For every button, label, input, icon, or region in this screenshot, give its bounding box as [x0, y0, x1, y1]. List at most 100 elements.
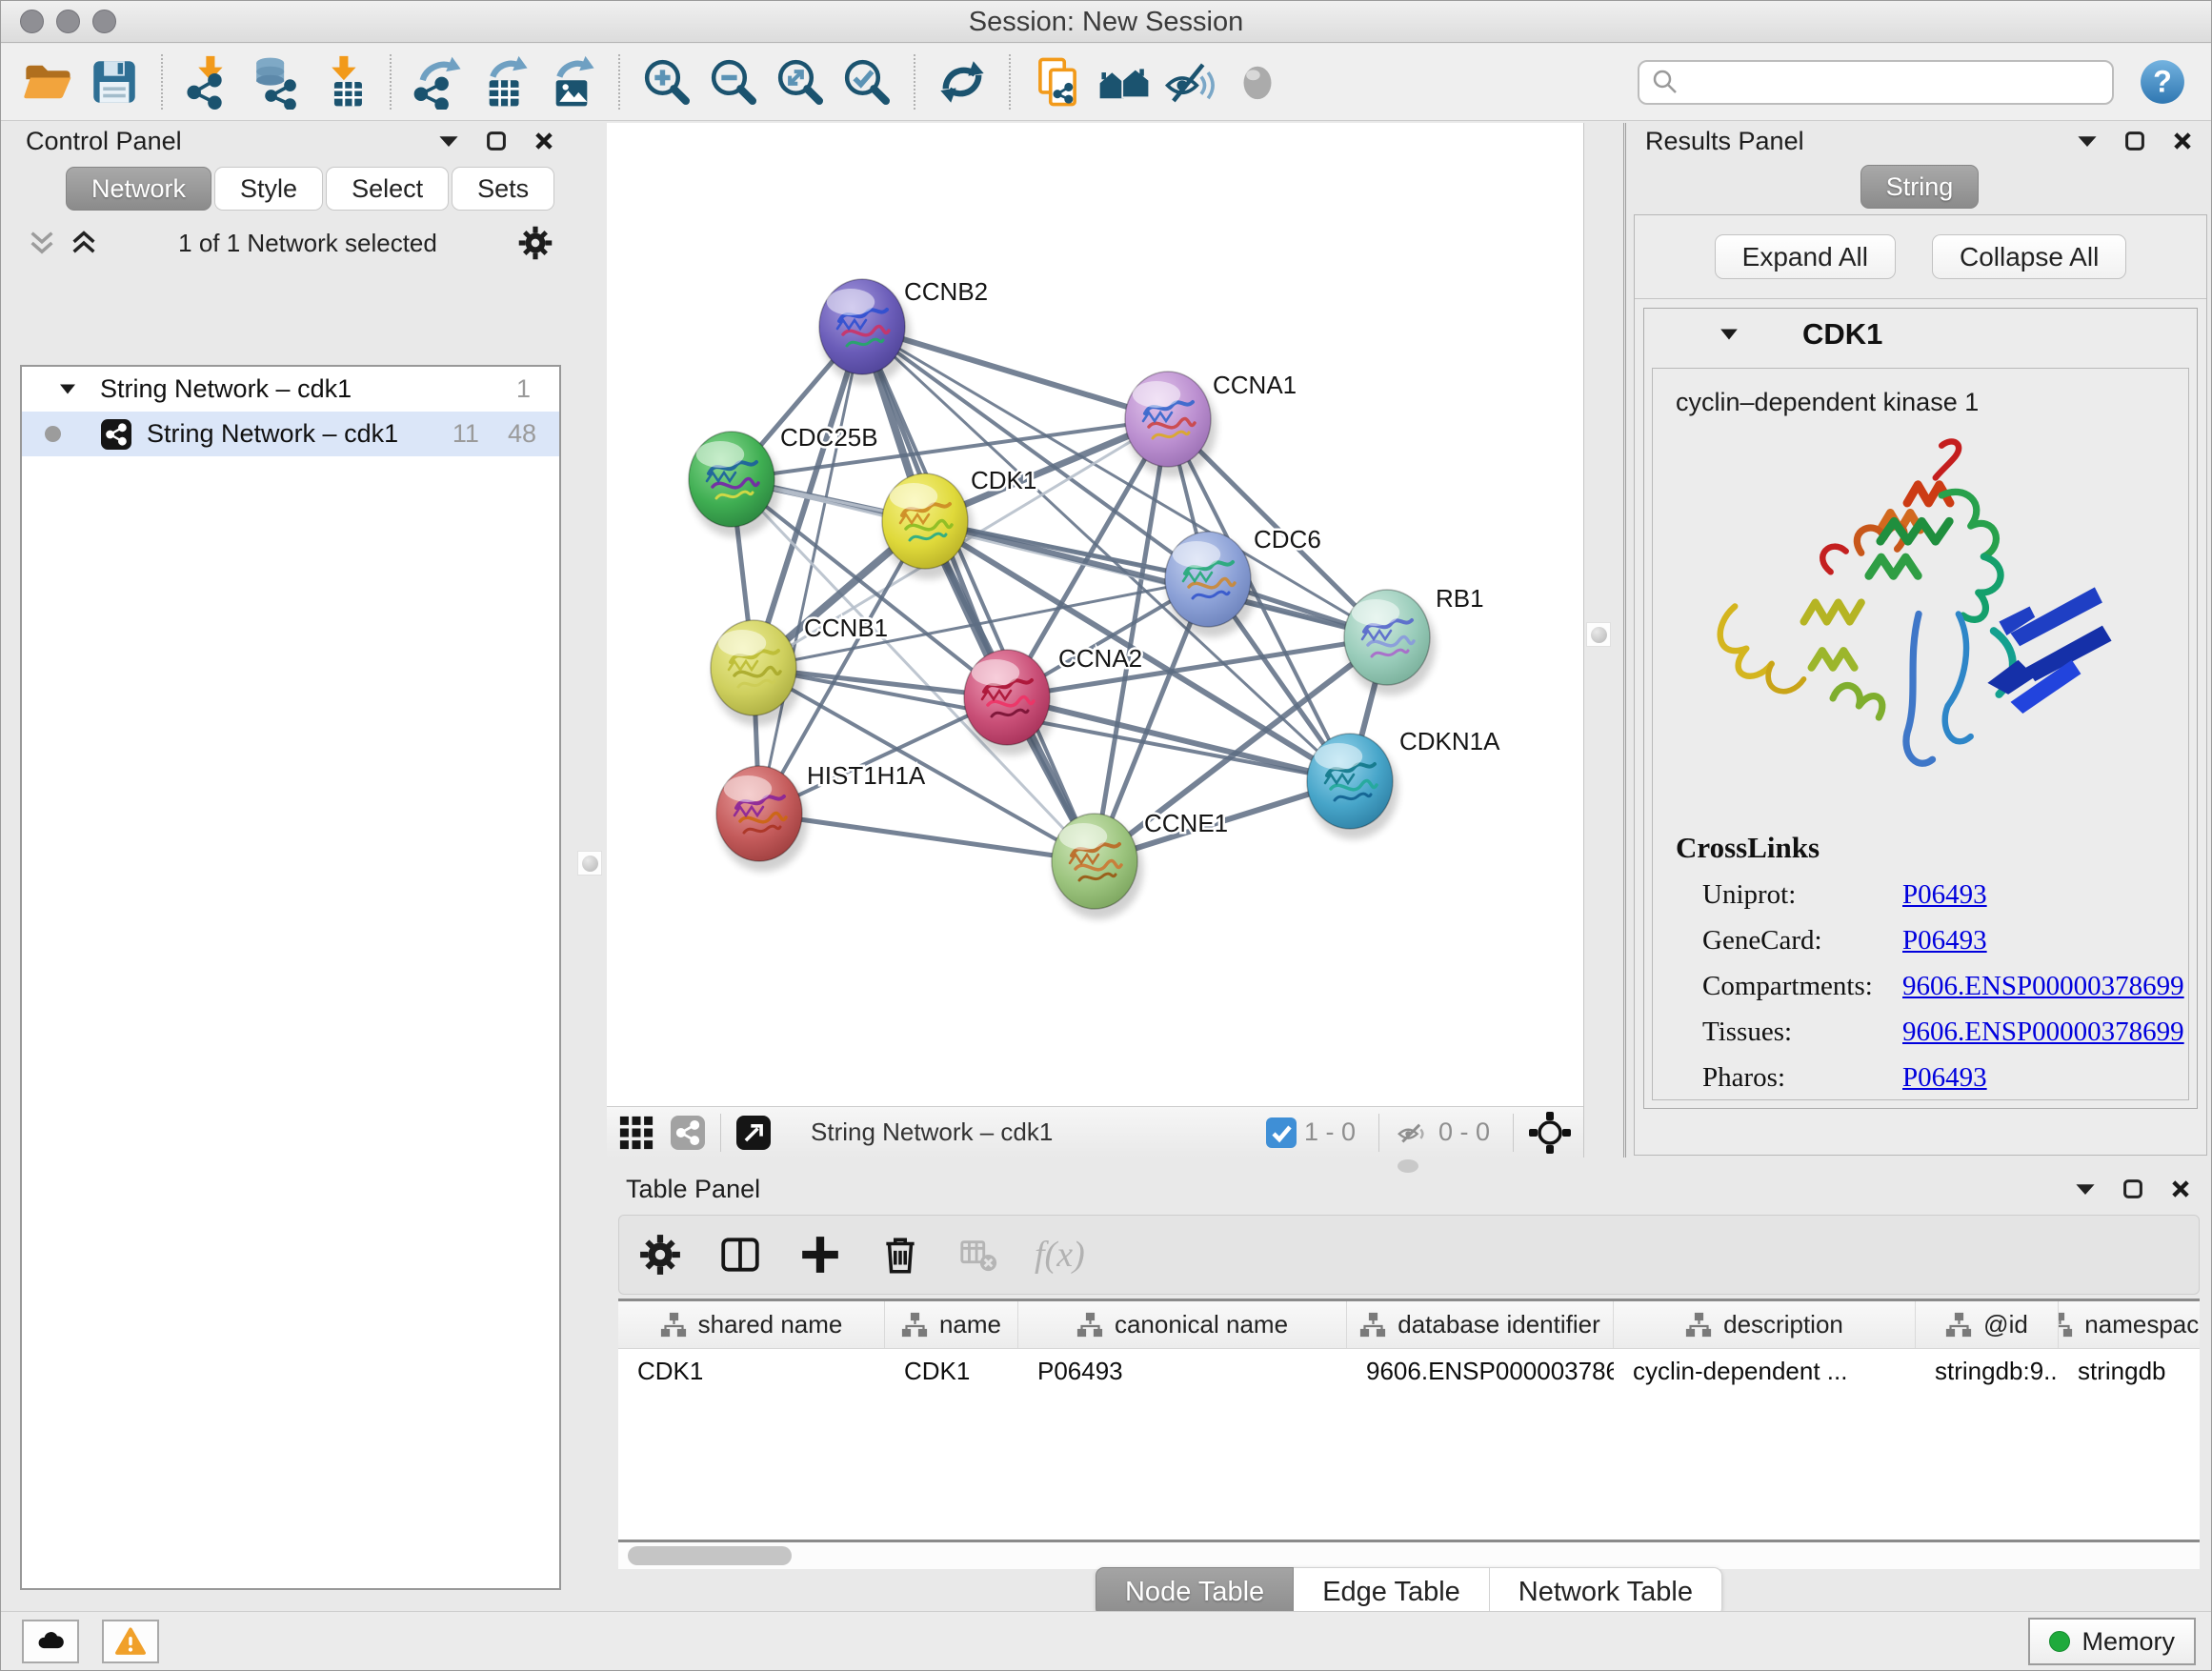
show-columns-icon[interactable]	[718, 1233, 762, 1277]
network-collection-row[interactable]: String Network – cdk1 1	[22, 367, 559, 412]
table-header-row: shared namenamecanonical namedatabase id…	[618, 1301, 2200, 1349]
import-table-icon	[315, 54, 371, 110]
toolbar-separator	[1009, 54, 1011, 110]
tab-select[interactable]: Select	[326, 167, 449, 211]
splitter-handle[interactable]	[577, 851, 602, 876]
folder-open-icon	[20, 54, 75, 110]
import-network-button[interactable]	[176, 49, 243, 115]
network-node-CDKN1A[interactable]	[1307, 734, 1398, 839]
close-panel-icon[interactable]	[2169, 1178, 2192, 1200]
column-header-namespace[interactable]: namespace	[2059, 1301, 2200, 1348]
cloud-button[interactable]	[22, 1620, 79, 1663]
network-node-CCNE1[interactable]	[1052, 814, 1143, 919]
gear-icon[interactable]	[517, 225, 553, 261]
network-node-CCNB2[interactable]	[819, 279, 911, 385]
help-button[interactable]: ?	[2139, 58, 2186, 106]
gene-expander-icon[interactable]	[1719, 327, 1739, 342]
minimize-window-icon[interactable]	[56, 10, 80, 33]
tab-style[interactable]: Style	[214, 167, 323, 211]
close-panel-icon[interactable]	[533, 130, 555, 152]
tab-string-results[interactable]: String	[1860, 165, 1980, 209]
memory-button[interactable]: Memory	[2028, 1618, 2196, 1665]
network-snapshot-button[interactable]	[1024, 49, 1091, 115]
float-panel-icon[interactable]	[485, 130, 508, 152]
collapse-all-button[interactable]: Collapse All	[1932, 234, 2126, 279]
tab-node-table[interactable]: Node Table	[1096, 1567, 1294, 1617]
network-node-RB1[interactable]	[1344, 590, 1436, 695]
tab-network[interactable]: Network	[66, 167, 211, 211]
column-attribute-icon	[1359, 1312, 1386, 1339]
warning-button[interactable]	[102, 1620, 159, 1663]
panel-menu-icon[interactable]	[2074, 1178, 2097, 1200]
float-panel-icon[interactable]	[2123, 130, 2146, 152]
column-header--id[interactable]: @id	[1916, 1301, 2059, 1348]
export-network-button[interactable]	[405, 49, 472, 115]
close-panel-icon[interactable]	[2171, 130, 2194, 152]
toolbar-separator	[161, 54, 163, 110]
import-table-button[interactable]	[310, 49, 376, 115]
close-window-icon[interactable]	[20, 10, 44, 33]
toolbar-separator	[1378, 1114, 1379, 1152]
zoom-out-button[interactable]	[700, 49, 767, 115]
left-splitter[interactable]	[573, 123, 607, 1158]
delete-column-icon[interactable]	[878, 1233, 922, 1277]
splitter-handle[interactable]	[1586, 622, 1611, 647]
open-session-button[interactable]	[14, 49, 81, 115]
column-header-description[interactable]: description	[1614, 1301, 1916, 1348]
zoom-selected-button[interactable]	[834, 49, 900, 115]
home-layout-button[interactable]	[1091, 49, 1157, 115]
add-column-icon[interactable]	[798, 1233, 842, 1277]
column-header-database-identifier[interactable]: database identifier	[1347, 1301, 1614, 1348]
crosslink-link[interactable]: P06493	[1902, 1062, 1987, 1094]
column-header-canonical-name[interactable]: canonical name	[1018, 1301, 1347, 1348]
main-toolbar: ?	[1, 44, 2211, 121]
crosslink-link[interactable]: 9606.ENSP00000378699	[1902, 971, 2184, 1002]
search-input[interactable]	[1687, 67, 2101, 98]
global-search-field[interactable]	[1638, 60, 2114, 105]
tab-sets[interactable]: Sets	[452, 167, 554, 211]
network-node-CDC25B[interactable]	[689, 432, 780, 537]
refresh-layout-button[interactable]	[929, 49, 995, 115]
tab-edge-table[interactable]: Edge Table	[1294, 1567, 1490, 1617]
table-options-gear-icon[interactable]	[638, 1233, 682, 1277]
horizontal-scrollbar[interactable]	[618, 1542, 2200, 1569]
network-graph[interactable]: CCNB2CCNA1CDC25BCDK1CDC6RB1CCNB1CCNA2CDK…	[607, 123, 1583, 1105]
table-cell: stringdb:9...	[1916, 1349, 2059, 1394]
table-tabs: Node Table Edge Table Network Table	[1096, 1567, 1722, 1617]
column-header-shared-name[interactable]: shared name	[618, 1301, 885, 1348]
crosslink-link[interactable]: P06493	[1902, 925, 1987, 956]
zoom-window-icon[interactable]	[92, 10, 116, 33]
crosslink-link[interactable]: P06493	[1902, 879, 1987, 911]
column-header-name[interactable]: name	[885, 1301, 1018, 1348]
panel-menu-icon[interactable]	[2076, 130, 2099, 152]
delete-table-icon	[958, 1235, 998, 1275]
network-row[interactable]: String Network – cdk1 11 48	[22, 412, 559, 456]
right-splitter[interactable]	[1584, 123, 1626, 1158]
export-table-button[interactable]	[472, 49, 538, 115]
tree-expander-icon[interactable]	[58, 382, 77, 396]
open-in-window-icon[interactable]	[736, 1116, 771, 1150]
panel-menu-icon[interactable]	[437, 130, 460, 152]
network-node-CCNA1[interactable]	[1125, 372, 1217, 477]
float-panel-icon[interactable]	[2122, 1178, 2144, 1200]
zoom-in-button[interactable]	[633, 49, 700, 115]
expand-all-button[interactable]: Expand All	[1715, 234, 1896, 279]
memory-label: Memory	[2081, 1627, 2175, 1657]
collapse-tree-icon[interactable]	[70, 229, 98, 257]
grid-view-icon[interactable]	[619, 1116, 654, 1150]
table-row[interactable]: CDK1CDK1P064939606.ENSP00000378699cyclin…	[618, 1349, 2200, 1394]
save-session-button[interactable]	[81, 49, 148, 115]
table-cell: CDK1	[618, 1349, 885, 1394]
tab-network-table[interactable]: Network Table	[1490, 1567, 1722, 1617]
horizontal-scrollbar-thumb[interactable]	[628, 1546, 792, 1565]
import-database-button[interactable]	[243, 49, 310, 115]
network-node-CDK1[interactable]	[882, 473, 974, 579]
selected-checkbox-icon[interactable]	[1266, 1117, 1297, 1148]
crosslink-link[interactable]: 9606.ENSP00000378699	[1902, 1017, 2184, 1048]
birdseye-icon[interactable]	[1529, 1112, 1571, 1154]
toggle-visibility-button[interactable]	[1157, 49, 1224, 115]
export-image-button[interactable]	[538, 49, 605, 115]
expand-tree-icon[interactable]	[28, 229, 56, 257]
zoom-fit-button[interactable]	[767, 49, 834, 115]
network-node-HIST1H1A[interactable]	[716, 766, 808, 872]
